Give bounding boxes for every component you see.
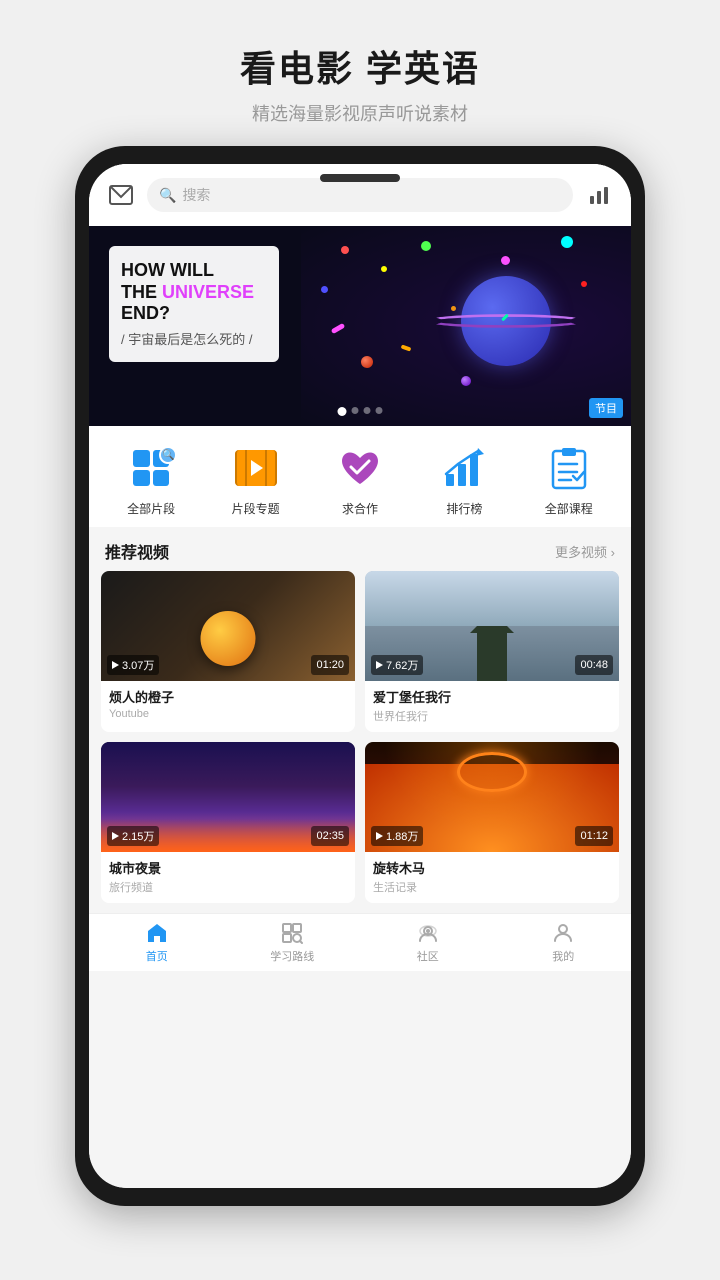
banner-universe: UNIVERSE	[162, 282, 254, 302]
duration-4: 01:12	[575, 826, 613, 846]
video-source-1: Youtube	[109, 708, 347, 720]
banner-chinese: / 宇宙最后是怎么死的 /	[121, 329, 267, 348]
search-bar[interactable]: 🔍 搜索	[147, 178, 573, 212]
community-icon	[416, 921, 440, 945]
view-count-4: 1.88万	[371, 826, 423, 846]
nav-profile-label: 我的	[552, 948, 574, 964]
video-card-4[interactable]: 1.88万 01:12 旋转木马 生活记录	[365, 742, 619, 903]
profile-icon	[551, 921, 575, 945]
home-icon	[145, 921, 169, 945]
nav-profile[interactable]: 我的	[496, 914, 632, 971]
play-icon-4	[376, 832, 383, 840]
cat-cooperation[interactable]: 求合作	[315, 442, 405, 517]
cat-ranking-label: 排行榜	[446, 500, 482, 517]
video-thumb-3: 2.15万 02:35	[101, 742, 355, 852]
recommended-title: 推荐视频	[105, 539, 169, 563]
learning-icon	[280, 921, 304, 945]
banner-visual	[301, 226, 631, 426]
video-stats-1: 3.07万 01:20	[101, 655, 355, 675]
video-title-1: 烦人的橙子	[109, 687, 347, 706]
video-card-2[interactable]: 7.62万 00:48 爱丁堡任我行 世界任我行	[365, 571, 619, 732]
nav-home[interactable]: 首页	[89, 914, 225, 971]
cat-all-clips-label: 全部片段	[127, 500, 175, 517]
video-source-2: 世界任我行	[373, 708, 611, 724]
recommended-header: 推荐视频 更多视频 ›	[89, 527, 631, 571]
banner-text-box: HOW WILLTHE UNIVERSEEND? / 宇宙最后是怎么死的 /	[109, 246, 279, 362]
play-icon	[251, 460, 263, 476]
video-thumb-1: 3.07万 01:20	[101, 571, 355, 681]
nav-learning-label: 学习路线	[270, 948, 314, 964]
view-count-1: 3.07万	[107, 655, 159, 675]
video-stats-2: 7.62万 00:48	[365, 655, 619, 675]
clipboard-icon	[543, 442, 595, 494]
banner[interactable]: HOW WILLTHE UNIVERSEEND? / 宇宙最后是怎么死的 /	[89, 226, 631, 426]
video-thumb-2: 7.62万 00:48	[365, 571, 619, 681]
cat-clip-topics-label: 片段专题	[232, 500, 280, 517]
categories: 🔍 全部片段 片段专题	[89, 426, 631, 527]
video-source-4: 生活记录	[373, 879, 611, 895]
banner-content: HOW WILLTHE UNIVERSEEND? / 宇宙最后是怎么死的 /	[89, 226, 631, 426]
video-info-1: 烦人的橙子 Youtube	[101, 681, 355, 728]
video-card-3[interactable]: 2.15万 02:35 城市夜景 旅行频道	[101, 742, 355, 903]
search-icon: 🔍	[159, 187, 176, 204]
banner-line1: HOW WILLTHE UNIVERSEEND?	[121, 260, 267, 325]
nav-community[interactable]: 社区	[360, 914, 496, 971]
main-title: 看电影 学英语	[240, 40, 480, 92]
nav-community-label: 社区	[417, 948, 439, 964]
video-stats-3: 2.15万 02:35	[101, 826, 355, 846]
banner-tag: 节目	[589, 398, 623, 418]
play-icon-1	[112, 661, 119, 669]
chart-icon	[438, 442, 490, 494]
video-info-3: 城市夜景 旅行频道	[101, 852, 355, 903]
film-icon	[230, 442, 282, 494]
dot-2	[352, 407, 359, 414]
banner-dots	[338, 407, 383, 416]
cat-ranking[interactable]: 排行榜	[419, 442, 509, 517]
duration-2: 00:48	[575, 655, 613, 675]
cat-all-courses[interactable]: 全部课程	[524, 442, 614, 517]
video-stats-4: 1.88万 01:12	[365, 826, 619, 846]
search-overlay-icon: 🔍	[159, 446, 177, 464]
play-icon-2	[376, 661, 383, 669]
more-videos-link[interactable]: 更多视频 ›	[555, 542, 615, 561]
video-thumb-4: 1.88万 01:12	[365, 742, 619, 852]
video-source-3: 旅行频道	[109, 879, 347, 895]
phone-inner: 🔍 搜索 HOW WILLTHE UNIVERSEEND? / 宇宙最	[89, 164, 631, 1188]
video-title-4: 旋转木马	[373, 858, 611, 877]
stats-icon[interactable]	[583, 179, 615, 211]
video-info-4: 旋转木马 生活记录	[365, 852, 619, 903]
video-grid: 3.07万 01:20 烦人的橙子 Youtube	[89, 571, 631, 913]
dot-1	[338, 407, 347, 416]
video-title-2: 爱丁堡任我行	[373, 687, 611, 706]
cat-all-clips[interactable]: 🔍 全部片段	[106, 442, 196, 517]
bottom-nav: 首页 学习路线	[89, 913, 631, 971]
dot-4	[376, 407, 383, 414]
view-count-3: 2.15万	[107, 826, 159, 846]
dot-3	[364, 407, 371, 414]
nav-learning[interactable]: 学习路线	[225, 914, 361, 971]
search-placeholder: 搜索	[182, 185, 210, 205]
segments-grid: 🔍	[133, 450, 169, 486]
duration-1: 01:20	[311, 655, 349, 675]
film-icon-shape	[235, 450, 277, 486]
app-content: 🔍 搜索 HOW WILLTHE UNIVERSEEND? / 宇宙最	[89, 164, 631, 1188]
mail-icon[interactable]	[105, 179, 137, 211]
duration-3: 02:35	[311, 826, 349, 846]
segments-icon: 🔍	[125, 442, 177, 494]
phone-frame: 🔍 搜索 HOW WILLTHE UNIVERSEEND? / 宇宙最	[75, 146, 645, 1206]
main-subtitle: 精选海量影视原声听说素材	[240, 100, 480, 126]
nav-home-label: 首页	[146, 948, 168, 964]
top-text-area: 看电影 学英语 精选海量影视原声听说素材	[240, 0, 480, 126]
video-title-3: 城市夜景	[109, 858, 347, 877]
play-icon-3	[112, 832, 119, 840]
video-card-1[interactable]: 3.07万 01:20 烦人的橙子 Youtube	[101, 571, 355, 732]
cat-all-courses-label: 全部课程	[545, 500, 593, 517]
cat-cooperation-label: 求合作	[342, 500, 378, 517]
view-count-2: 7.62万	[371, 655, 423, 675]
video-info-2: 爱丁堡任我行 世界任我行	[365, 681, 619, 732]
heart-icon	[334, 442, 386, 494]
cat-clip-topics[interactable]: 片段专题	[211, 442, 301, 517]
phone-speaker	[320, 174, 400, 182]
